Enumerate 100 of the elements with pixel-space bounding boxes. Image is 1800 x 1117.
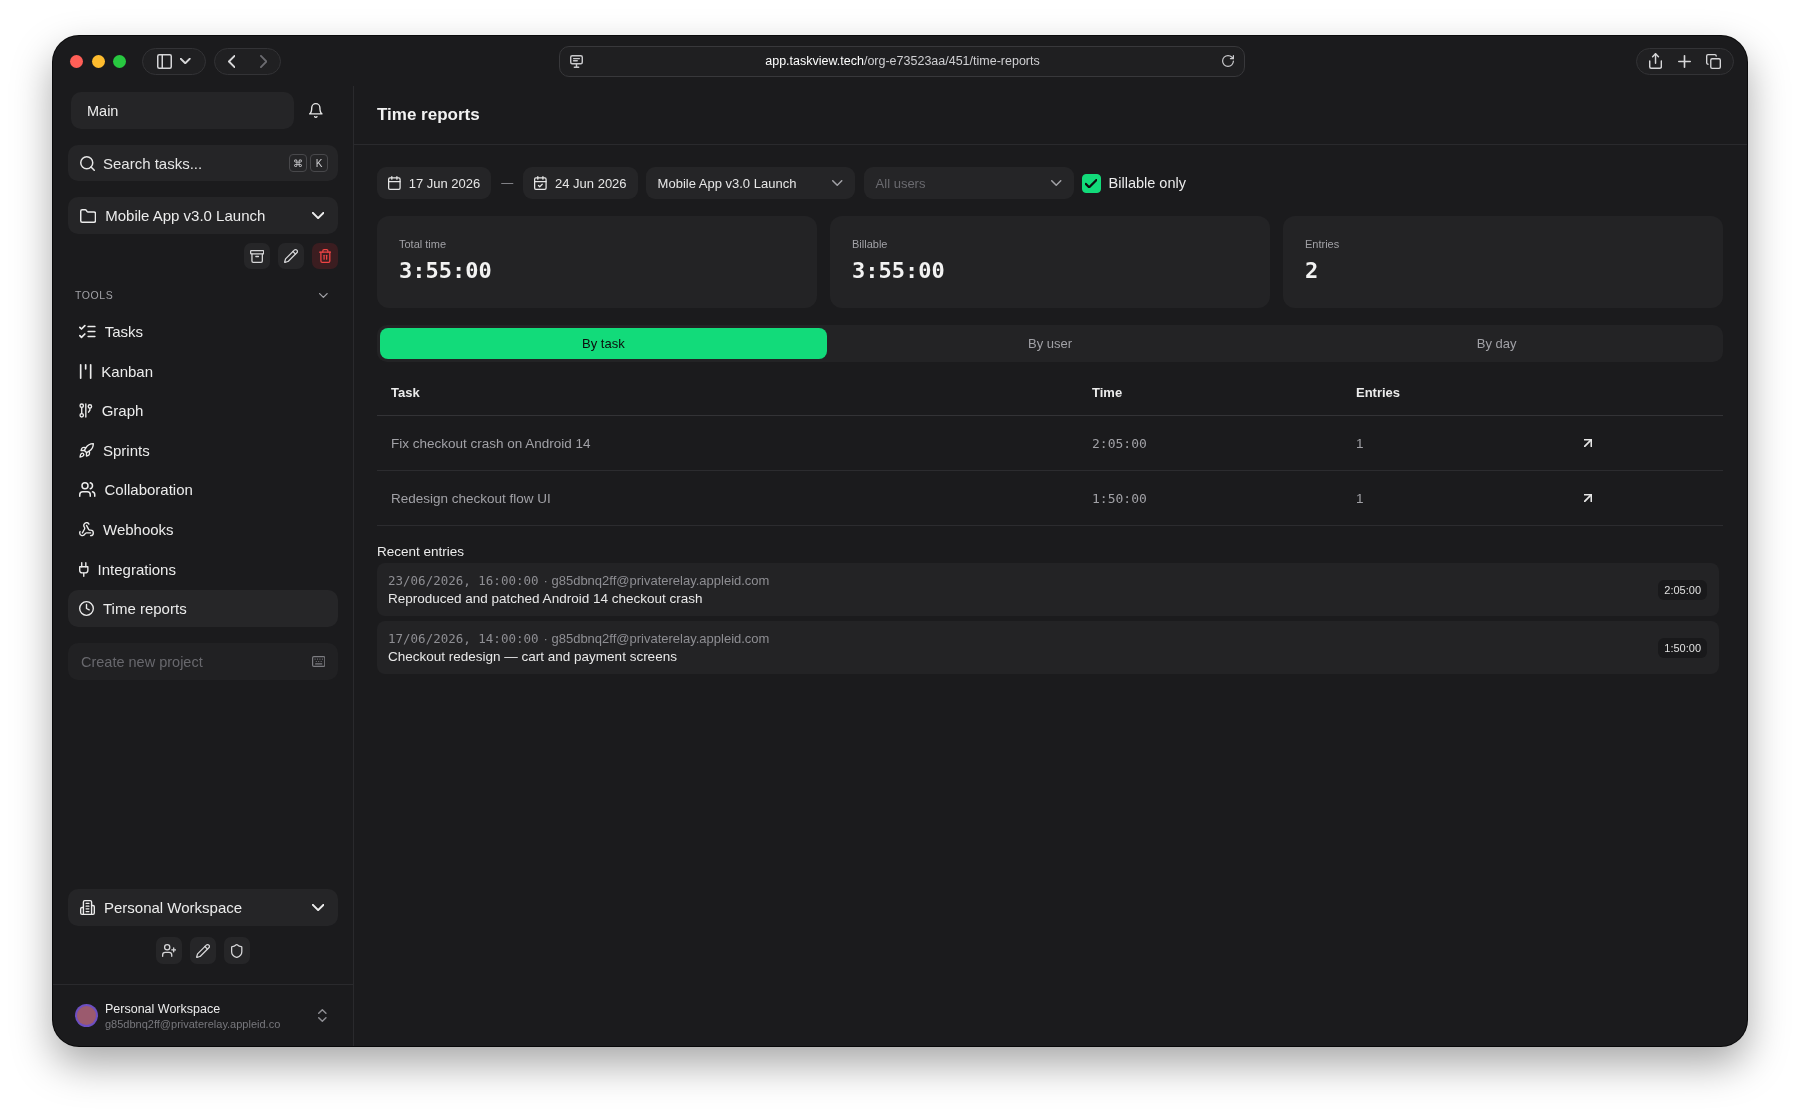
end-date-button[interactable]: 24 Jun 2026 <box>523 167 638 199</box>
column-header: Time <box>1092 384 1123 400</box>
rocket-icon <box>79 442 94 458</box>
stat-label: Entries <box>1305 238 1340 250</box>
chevrons-up-down-icon[interactable] <box>318 1009 327 1022</box>
user-plus-icon <box>161 944 177 957</box>
workspace-select[interactable]: Personal Workspace <box>68 889 338 926</box>
billable-label[interactable]: Billable only <box>1108 175 1186 191</box>
edit-button[interactable] <box>190 937 216 964</box>
nav-item[interactable]: Graph <box>68 392 338 430</box>
shortcut-key: K <box>310 154 328 172</box>
search-field[interactable]: Search tasks... ⌘ K <box>68 145 338 181</box>
column-header: Entries <box>1356 384 1401 400</box>
entries-cell: 1 <box>1356 435 1364 451</box>
chevron-down-icon <box>311 904 324 911</box>
duration-badge: 2:05:00 <box>1658 579 1707 600</box>
forward-icon[interactable] <box>260 54 268 68</box>
pencil-icon <box>196 943 210 958</box>
billable-checkbox[interactable] <box>1081 173 1101 193</box>
chevron-down-icon <box>311 212 324 219</box>
zoom-window-icon[interactable] <box>113 54 126 68</box>
checklist-icon <box>79 324 96 339</box>
nav-item[interactable]: Time reports <box>68 590 338 628</box>
columns-icon <box>79 363 93 379</box>
back-icon[interactable] <box>227 54 235 68</box>
plus-icon[interactable] <box>1677 54 1691 68</box>
project-filter-select[interactable]: Mobile App v3.0 Launch <box>645 167 855 199</box>
start-date-button[interactable]: 17 Jun 2026 <box>377 167 492 199</box>
entries-cell: 1 <box>1356 490 1364 506</box>
url-text: app.taskview.tech/org-e73523aa/451/time-reports <box>764 54 1041 68</box>
stat-value: 3:55:00 <box>399 258 492 283</box>
arrow-up-right-icon[interactable] <box>1584 494 1592 502</box>
trash-icon <box>318 249 332 263</box>
address-bar[interactable]: app.taskview.tech/org-e73523aa/451/time-reports <box>559 45 1245 77</box>
tab[interactable]: By task <box>380 328 827 359</box>
reload-icon[interactable] <box>1222 55 1234 67</box>
calendar-check-icon <box>534 176 547 190</box>
archive-icon <box>249 249 265 263</box>
stat-label: Total time <box>399 238 447 250</box>
arrow-up-right-icon[interactable] <box>1584 439 1592 447</box>
plug-icon <box>79 561 89 577</box>
nav-item[interactable]: Kanban <box>68 352 338 390</box>
task-cell: Redesign checkout flow UI <box>391 490 551 506</box>
avatar <box>77 1006 96 1025</box>
nav-item[interactable]: Tasks <box>68 313 338 350</box>
minimize-window-icon[interactable] <box>91 54 105 68</box>
building-icon <box>80 900 95 915</box>
chevron-down-icon <box>180 58 191 64</box>
section-heading: Recent entries <box>377 542 465 560</box>
archive-button[interactable] <box>244 243 270 269</box>
check-icon <box>1084 178 1098 188</box>
shield-icon <box>231 943 243 958</box>
project-select[interactable]: Mobile App v3.0 Launch <box>68 197 338 234</box>
sidebar-icon <box>157 53 173 69</box>
entry-user: · g85dbnq2ff@privaterelay.appleid.com <box>543 573 770 588</box>
duration-badge: 1:50:00 <box>1658 637 1707 658</box>
tab[interactable]: By day <box>1273 328 1720 359</box>
users-icon <box>79 482 96 498</box>
copy-icon[interactable] <box>1706 53 1722 69</box>
sidebar-toggle-button[interactable] <box>142 47 206 75</box>
folder-icon <box>80 208 97 223</box>
security-button[interactable] <box>224 937 250 964</box>
task-cell: Fix checkout crash on Android 14 <box>391 435 591 451</box>
time-cell: 1:50:00 <box>1092 490 1147 506</box>
bell-icon[interactable] <box>309 103 323 118</box>
calendar-icon <box>388 176 401 190</box>
add-user-button[interactable] <box>156 937 182 964</box>
stat-value: 2 <box>1305 258 1319 283</box>
column-header: Task <box>391 384 420 400</box>
search-icon <box>80 155 95 171</box>
entry-timestamp: 17/06/2026, 14:00:00 <box>388 631 539 646</box>
chevron-down-icon <box>832 180 843 186</box>
page-title: Time reports <box>377 105 480 125</box>
nav-item[interactable]: Sprints <box>68 431 338 469</box>
clock-icon <box>79 601 94 617</box>
delete-button[interactable] <box>312 243 338 269</box>
time-cell: 2:05:00 <box>1092 435 1147 451</box>
entry-user: · g85dbnq2ff@privaterelay.appleid.com <box>543 631 770 646</box>
tab[interactable]: By user <box>826 328 1274 359</box>
nav-item[interactable]: Webhooks <box>68 510 338 548</box>
chevron-down-icon[interactable] <box>319 292 328 298</box>
stat-value: 3:55:00 <box>852 258 945 283</box>
profile-email: g85dbnq2ff@privaterelay.appleid.co <box>105 1017 281 1030</box>
profile-name: Personal Workspace <box>105 1001 221 1016</box>
monitor-icon[interactable] <box>570 54 583 68</box>
date-separator: — <box>501 176 514 190</box>
nav-item[interactable]: Collaboration <box>68 471 338 509</box>
view-select[interactable]: Main <box>71 92 294 129</box>
nav-item[interactable]: Integrations <box>68 550 338 588</box>
section-heading: TOOLS <box>75 289 114 301</box>
webhook-icon <box>79 521 94 537</box>
nodes-icon <box>79 403 93 419</box>
edit-button[interactable] <box>278 243 304 269</box>
share-icon[interactable] <box>1648 53 1662 69</box>
stat-label: Billable <box>852 238 888 250</box>
close-window-icon[interactable] <box>70 54 83 68</box>
keyboard-icon <box>311 656 325 668</box>
pencil-icon <box>284 249 298 263</box>
shortcut-key: ⌘ <box>289 154 307 172</box>
entry-timestamp: 23/06/2026, 16:00:00 <box>388 573 539 588</box>
